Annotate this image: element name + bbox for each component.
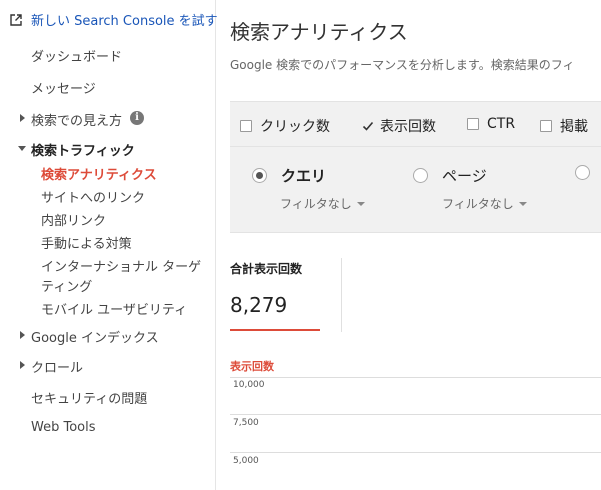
- next-radio[interactable]: [575, 165, 590, 180]
- total-impressions-underline: [230, 329, 320, 331]
- check-icon[interactable]: [362, 120, 374, 132]
- metric-impressions[interactable]: 表示回数: [362, 116, 436, 136]
- new-search-console-link[interactable]: 新しい Search Console を試す: [10, 10, 218, 29]
- divider: [341, 258, 342, 332]
- sidebar-item-manual-actions[interactable]: 手動による対策: [41, 233, 132, 252]
- sidebar-item-google-index[interactable]: Google インデックス: [31, 327, 159, 346]
- query-radio[interactable]: [252, 168, 267, 183]
- metric-ctr[interactable]: CTR: [467, 116, 515, 132]
- metric-clicks[interactable]: クリック数: [240, 116, 330, 136]
- metric-ctr-label: CTR: [487, 116, 516, 132]
- caret-down-icon[interactable]: [18, 146, 26, 151]
- total-impressions-value: 8,279: [230, 293, 288, 317]
- main-content: 検索アナリティクス Google 検索でのパフォーマンスを分析します。検索結果の…: [217, 0, 601, 490]
- page-description: Google 検索でのパフォーマンスを分析します。検索結果のフィ: [230, 58, 575, 72]
- sidebar-item-internal-links[interactable]: 内部リンク: [41, 210, 106, 229]
- metric-clicks-label: クリック数: [260, 119, 330, 135]
- metric-position[interactable]: 掲載: [540, 116, 588, 136]
- caret-right-icon[interactable]: [20, 114, 25, 122]
- chart-gridline: [230, 452, 601, 453]
- page-filter-label: フィルタなし: [442, 197, 514, 211]
- ctr-checkbox[interactable]: [467, 118, 479, 130]
- caret-right-icon[interactable]: [20, 361, 25, 369]
- sidebar-item-international-targeting[interactable]: インターナショナル ターゲ: [41, 256, 201, 275]
- group-page[interactable]: ページ: [413, 165, 487, 186]
- chart-y-tick: 10,000: [233, 380, 265, 390]
- query-filter-label: フィルタなし: [280, 197, 352, 211]
- total-impressions-label: 合計表示回数: [230, 262, 303, 276]
- sidebar-item-security-issues[interactable]: セキュリティの問題: [31, 388, 147, 407]
- group-page-label: ページ: [442, 167, 487, 185]
- query-filter-dropdown[interactable]: フィルタなし: [280, 195, 365, 212]
- sidebar-item-mobile-usability[interactable]: モバイル ユーザビリティ: [41, 299, 187, 318]
- metric-impressions-label: 表示回数: [380, 119, 436, 135]
- position-checkbox[interactable]: [540, 120, 552, 132]
- sidebar-item-search-analytics[interactable]: 検索アナリティクス: [41, 164, 157, 183]
- info-icon[interactable]: i: [130, 111, 144, 125]
- page-radio[interactable]: [413, 168, 428, 183]
- sidebar-item-search-traffic[interactable]: 検索トラフィック: [31, 140, 135, 159]
- sidebar-item-search-appearance[interactable]: 検索での見え方: [31, 110, 122, 129]
- group-query-label: クエリ: [281, 167, 327, 185]
- caret-right-icon[interactable]: [20, 331, 25, 339]
- chevron-down-icon: [518, 201, 527, 206]
- sidebar-item-web-tools[interactable]: Web Tools: [31, 420, 96, 435]
- sidebar-item-messages[interactable]: メッセージ: [31, 78, 96, 97]
- external-link-icon: [10, 13, 22, 26]
- sidebar-item-international-targeting-cont[interactable]: ティング: [41, 276, 92, 295]
- sidebar: 新しい Search Console を試す ダッシュボード メッセージ 検索で…: [0, 0, 218, 490]
- clicks-checkbox[interactable]: [240, 120, 252, 132]
- metric-selector: クリック数 表示回数 CTR 掲載: [230, 101, 601, 147]
- sidebar-item-links-to-site[interactable]: サイトへのリンク: [41, 187, 145, 206]
- chart-gridline: [230, 414, 601, 415]
- sidebar-item-crawl[interactable]: クロール: [31, 357, 83, 376]
- group-query[interactable]: クエリ: [252, 165, 326, 186]
- page-filter-dropdown[interactable]: フィルタなし: [442, 195, 527, 212]
- sidebar-item-dashboard[interactable]: ダッシュボード: [31, 46, 122, 65]
- chart-gridline: [230, 377, 601, 378]
- group-by-selector: クエリ ページ フィルタなし フィルタなし: [230, 147, 601, 233]
- chart-y-tick: 7,500: [233, 418, 259, 428]
- chevron-down-icon: [356, 201, 365, 206]
- new-search-console-label: 新しい Search Console を試す: [31, 14, 218, 29]
- page-title: 検索アナリティクス: [230, 20, 408, 44]
- group-next[interactable]: [575, 165, 601, 180]
- metric-position-label: 掲載: [560, 119, 588, 135]
- chart-y-tick: 5,000: [233, 456, 259, 466]
- chart-title: 表示回数: [230, 360, 274, 373]
